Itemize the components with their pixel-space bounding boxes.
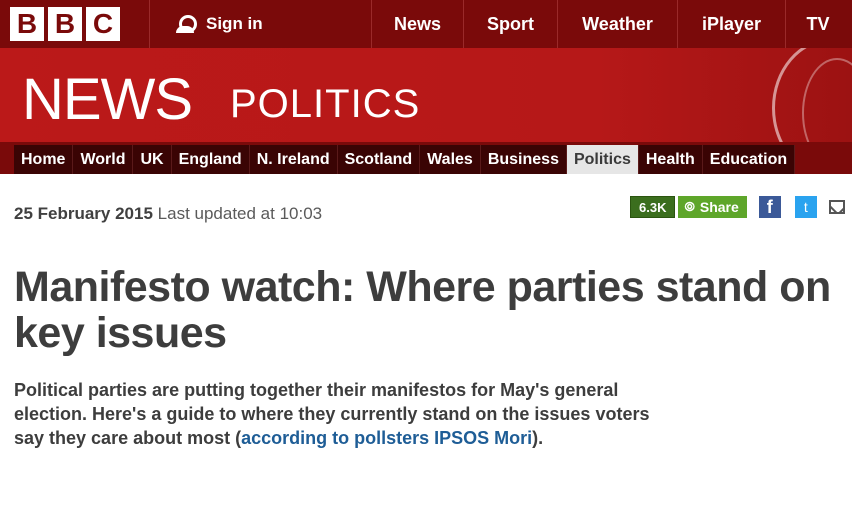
pollsters-link[interactable]: according to pollsters IPSOS Mori: [241, 428, 532, 448]
section-nav-health[interactable]: Health: [639, 145, 703, 174]
facebook-icon[interactable]: f: [758, 196, 781, 218]
section-nav-n-ireland[interactable]: N. Ireland: [250, 145, 338, 174]
section-nav-wales[interactable]: Wales: [420, 145, 481, 174]
section-title: POLITICS: [230, 82, 421, 126]
news-masthead: NEWS POLITICS: [0, 48, 852, 142]
bbc-logo-letter: B: [48, 7, 82, 41]
share-count: 6.3K: [630, 196, 676, 218]
share-label: Share: [699, 199, 739, 215]
section-nav-home[interactable]: Home: [14, 145, 74, 174]
top-nav-iplayer[interactable]: iPlayer: [678, 0, 786, 48]
top-nav-news[interactable]: News: [372, 0, 464, 48]
section-nav-uk[interactable]: UK: [133, 145, 172, 174]
section-nav-education[interactable]: Education: [703, 145, 796, 174]
top-nav-tv[interactable]: TV: [786, 0, 850, 48]
section-nav: Home World UK England N. Ireland Scotlan…: [0, 142, 852, 174]
share-button[interactable]: ⦾ Share: [678, 196, 747, 218]
section-nav-world[interactable]: World: [73, 145, 134, 174]
share-tools: 6.3K ⦾ Share f t: [630, 196, 845, 218]
top-nav-sport[interactable]: Sport: [464, 0, 558, 48]
share-icon: ⦾: [684, 199, 695, 214]
user-icon: [176, 15, 197, 33]
article-date: 25 February 2015: [14, 204, 153, 223]
section-nav-england[interactable]: England: [172, 145, 250, 174]
last-updated: Last updated at 10:03: [157, 204, 323, 223]
section-nav-scotland[interactable]: Scotland: [338, 145, 421, 174]
bbc-logo-letter: B: [10, 7, 44, 41]
top-nav-weather[interactable]: Weather: [558, 0, 678, 48]
section-nav-business[interactable]: Business: [481, 145, 567, 174]
top-nav: News Sport Weather iPlayer TV: [372, 0, 850, 48]
email-icon[interactable]: [828, 200, 845, 214]
section-nav-politics[interactable]: Politics: [566, 145, 639, 174]
sign-in-label: Sign in: [206, 14, 263, 33]
article-summary: Political parties are putting together t…: [14, 378, 654, 450]
article-content: 25 February 2015 Last updated at 10:03 6…: [0, 174, 852, 510]
twitter-icon[interactable]: t: [794, 196, 817, 218]
sign-in-link[interactable]: Sign in: [150, 0, 372, 48]
bbc-logo[interactable]: B B C: [0, 0, 150, 48]
bbc-top-bar: B B C Sign in News Sport Weather iPlayer…: [0, 0, 852, 48]
news-brand[interactable]: NEWS: [22, 66, 193, 133]
bbc-logo-letter: C: [86, 7, 120, 41]
summary-end: ).: [532, 428, 544, 448]
article-headline: Manifesto watch: Where parties stand on …: [14, 263, 831, 357]
dateline: 25 February 2015 Last updated at 10:03: [14, 204, 322, 224]
